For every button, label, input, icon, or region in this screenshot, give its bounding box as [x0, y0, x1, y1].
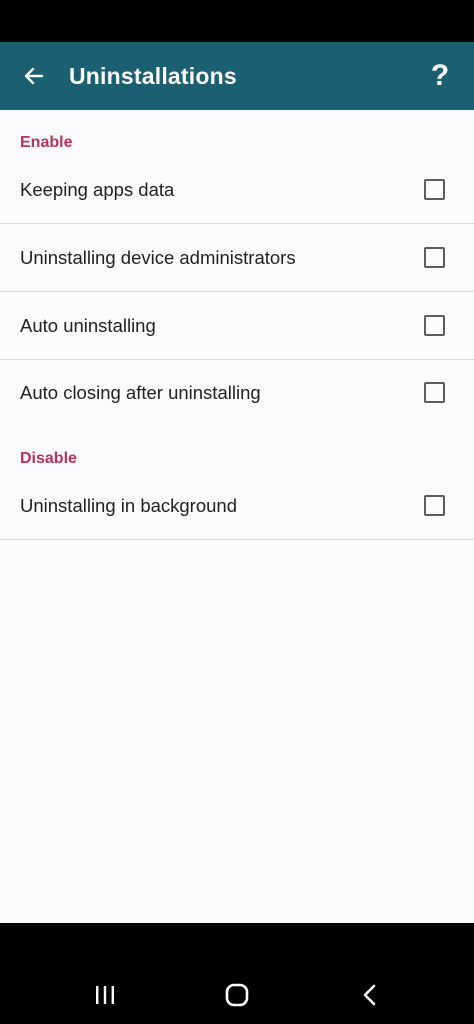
- setting-row-uninstalling-in-background[interactable]: Uninstalling in background: [0, 472, 474, 540]
- auto-uninstalling-checkbox[interactable]: [424, 315, 445, 336]
- uninstalling-device-administrators-checkbox[interactable]: [424, 247, 445, 268]
- page-title: Uninstallations: [69, 63, 237, 89]
- setting-label: Auto uninstalling: [20, 315, 156, 336]
- chevron-left-icon: [363, 984, 376, 1006]
- settings-list: Enable Keeping apps data Uninstalling de…: [0, 110, 474, 923]
- auto-closing-after-uninstalling-checkbox[interactable]: [424, 382, 445, 403]
- status-bar: [0, 0, 474, 42]
- setting-row-uninstalling-device-administrators[interactable]: Uninstalling device administrators: [0, 224, 474, 292]
- recents-button[interactable]: [75, 975, 135, 1015]
- back-button[interactable]: [14, 56, 54, 96]
- setting-label: Keeping apps data: [20, 179, 175, 200]
- home-button[interactable]: [207, 975, 267, 1015]
- setting-row-auto-closing-after-uninstalling[interactable]: Auto closing after uninstalling: [0, 359, 474, 426]
- setting-label: Auto closing after uninstalling: [20, 382, 261, 403]
- keeping-apps-data-checkbox[interactable]: [424, 179, 445, 200]
- setting-row-keeping-apps-data[interactable]: Keeping apps data: [0, 156, 474, 224]
- setting-row-auto-uninstalling[interactable]: Auto uninstalling: [0, 292, 474, 360]
- setting-label: Uninstalling device administrators: [20, 247, 296, 268]
- help-button[interactable]: ?: [420, 56, 460, 96]
- question-mark-icon: ?: [430, 59, 450, 92]
- home-icon: [225, 983, 249, 1007]
- recents-icon: [96, 986, 114, 1004]
- uninstalling-in-background-checkbox[interactable]: [424, 495, 445, 516]
- system-navigation-bar: [0, 923, 474, 1024]
- section-header-disable: Disable: [20, 450, 77, 467]
- section-header-enable: Enable: [20, 134, 73, 151]
- app-bar: Uninstallations ?: [0, 42, 474, 110]
- nav-back-button[interactable]: [340, 975, 400, 1015]
- arrow-left-icon: [24, 67, 44, 85]
- setting-label: Uninstalling in background: [20, 495, 237, 516]
